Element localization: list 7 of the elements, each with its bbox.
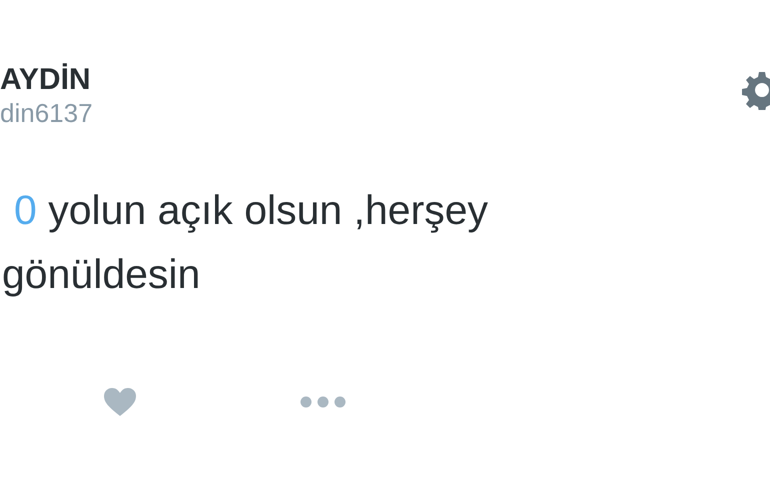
settings-icon[interactable] xyxy=(742,70,770,110)
mention-link[interactable]: 0 xyxy=(14,187,37,233)
user-handle: din6137 xyxy=(0,98,93,128)
more-icon[interactable] xyxy=(300,396,346,408)
tweet-text: 0 yolun açık olsun ,herşey gönüldesin xyxy=(1,186,490,299)
heart-icon[interactable] xyxy=(104,388,136,416)
user-name: AYDİN xyxy=(0,62,92,98)
